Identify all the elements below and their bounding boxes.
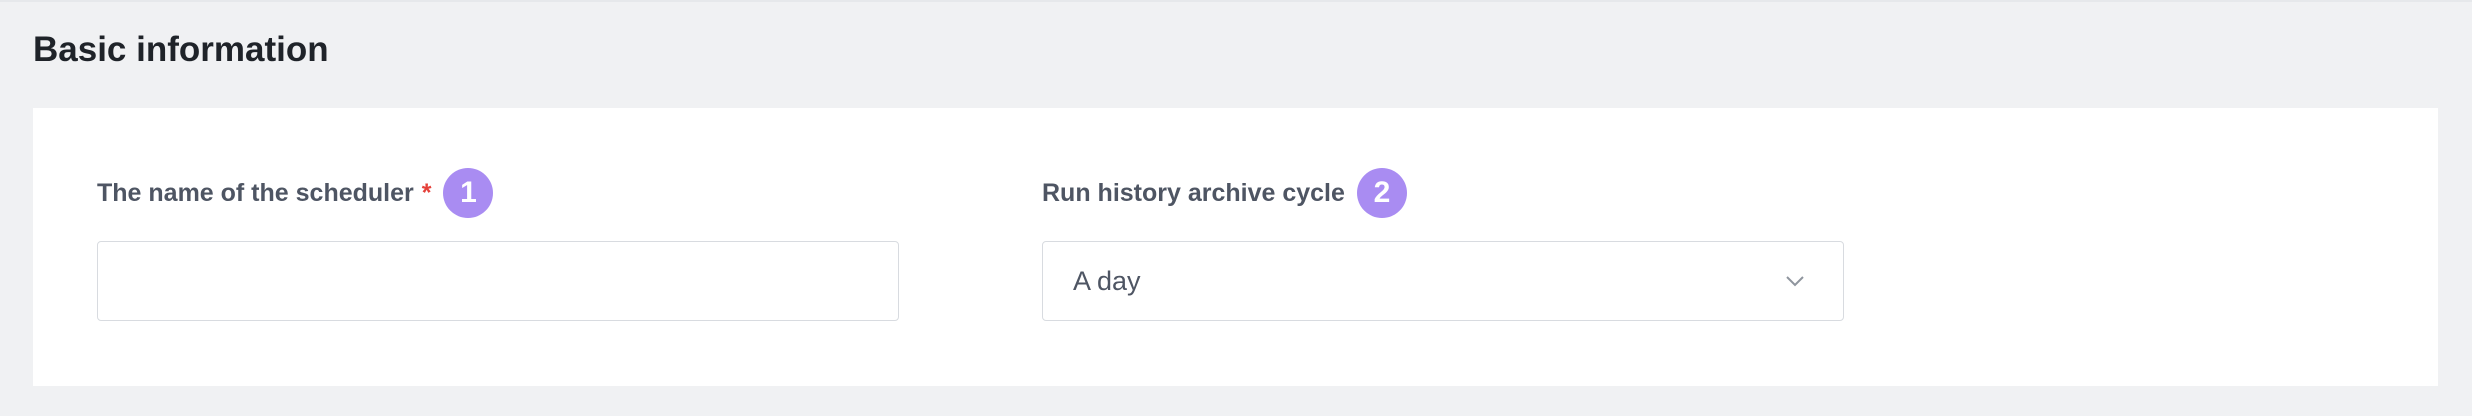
- archive-cycle-select[interactable]: A day: [1042, 241, 1844, 321]
- top-divider: [0, 0, 2472, 2]
- scheduler-name-input-wrapper: [97, 241, 899, 321]
- chevron-down-icon: [1783, 269, 1807, 293]
- step-badge-2: 2: [1356, 168, 1407, 218]
- section-title: Basic information: [33, 30, 329, 69]
- archive-cycle-label: Run history archive cycle: [1042, 178, 1345, 207]
- required-indicator: *: [421, 178, 432, 207]
- archive-cycle-selected-value: A day: [1073, 265, 1141, 296]
- scheduler-name-label: The name of the scheduler: [97, 178, 414, 207]
- scheduler-name-input[interactable]: [98, 242, 898, 320]
- step-badge-1: 1: [443, 168, 494, 218]
- basic-information-card: The name of the scheduler * 1 Run histor…: [33, 108, 2438, 386]
- archive-cycle-label-row: Run history archive cycle 2: [1042, 168, 1407, 218]
- scheduler-name-label-row: The name of the scheduler * 1: [97, 168, 494, 218]
